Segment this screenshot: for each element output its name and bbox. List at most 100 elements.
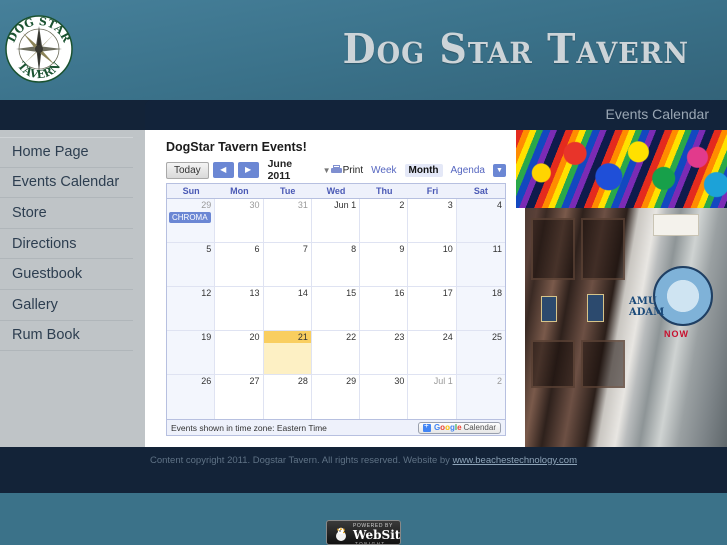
view-tab-agenda[interactable]: Agenda [447, 164, 489, 177]
calendar-heading: DogStar Tavern Events! [166, 140, 307, 154]
current-month-label: June 2011 [267, 158, 293, 182]
calendar-day-cell[interactable]: 21 [263, 331, 312, 374]
print-label: Print [342, 164, 364, 176]
main-navigation: Home Page Events Calendar Store Directions G… [0, 130, 145, 447]
print-button[interactable]: Print [330, 164, 364, 176]
day-number: 14 [297, 288, 308, 298]
calendar-day-cell[interactable]: 23 [360, 331, 409, 374]
day-number: 27 [249, 376, 260, 386]
google-calendar-badge[interactable]: G o o g l e Calendar [417, 421, 501, 434]
calendar-day-cell[interactable]: 31 [263, 199, 312, 242]
website-tonight-name: WebSite [353, 528, 401, 542]
calendar-day-cell[interactable]: 8 [311, 243, 361, 286]
window-sign [653, 214, 699, 236]
door-poster [587, 294, 604, 322]
website-tonight-badge[interactable]: POWERED BY WebSite TONIGHT [326, 520, 401, 545]
copyright-label: Content copyright 2011. Dogstar Tavern. … [149, 455, 453, 466]
sidebar-item-gallery[interactable]: Gallery [0, 290, 133, 321]
calendar-toolbar: Today ◀ ▶ June 2011 ▼ Print Week Month A… [166, 158, 506, 182]
calendar-day-cell[interactable]: 9 [360, 243, 409, 286]
calendar-day-cell[interactable]: 26 [167, 375, 216, 419]
day-number: 29 [201, 200, 212, 210]
day-number: 8 [351, 244, 357, 254]
calendar-day-cell[interactable]: 14 [263, 287, 312, 330]
calendar-day-cell[interactable]: 22 [311, 331, 361, 374]
sidebar-item-label: Rum Book [12, 327, 80, 344]
day-number: Jul 1 [433, 376, 453, 386]
calendar-day-cell[interactable]: 29 CHROMA [167, 199, 216, 242]
day-number: 2 [399, 200, 405, 210]
day-number: 13 [249, 288, 260, 298]
calendar-view-controls: Print Week Month Agenda ▼ [330, 163, 506, 177]
today-button[interactable]: Today [166, 161, 209, 179]
calendar-day-cell[interactable]: 25 [456, 331, 505, 374]
day-number: 25 [491, 332, 502, 342]
compass-rose-icon: DOG STAR TAVERN [5, 15, 73, 83]
day-number: 2 [496, 376, 502, 386]
day-number: 22 [346, 332, 357, 342]
calendar-day-cell[interactable]: 16 [360, 287, 409, 330]
day-number: 18 [491, 288, 502, 298]
sidebar-item-label: Events Calendar [12, 174, 120, 191]
calendar-day-cell[interactable]: 4 [456, 199, 505, 242]
calendar-event-chip[interactable]: CHROMA [169, 212, 212, 223]
calendar-day-cell[interactable]: 13 [215, 287, 264, 330]
day-number: 30 [394, 376, 405, 386]
sidebar-item-directions[interactable]: Directions [0, 229, 133, 260]
designer-link[interactable]: www.beachestechnology.com [453, 455, 577, 466]
site-title: Dog Star Tavern [342, 24, 689, 73]
view-tab-week[interactable]: Week [367, 164, 400, 177]
sidebar-item-rum-book[interactable]: Rum Book [0, 321, 133, 352]
calendar-week-row: 5 6 7 8 9 10 11 [167, 243, 505, 287]
site-logo[interactable]: DOG STAR TAVERN [4, 11, 74, 87]
day-number: 21 [263, 331, 311, 343]
calendar-day-cell[interactable]: 7 [263, 243, 312, 286]
google-logo-letter: e [457, 423, 462, 432]
calendar-day-cell[interactable]: 29 [311, 375, 361, 419]
tonight-label: TONIGHT [355, 541, 386, 545]
calendar-day-cell[interactable]: 11 [456, 243, 505, 286]
calendar-day-cell[interactable]: 24 [408, 331, 457, 374]
calendar-day-cell[interactable]: Jun 1 [311, 199, 361, 242]
calendar-day-cell[interactable]: 6 [215, 243, 264, 286]
day-number: 26 [201, 376, 212, 386]
door-glass [581, 218, 625, 280]
calendar-day-cell[interactable]: 12 [167, 287, 216, 330]
calendar-day-cell[interactable]: 2 [360, 199, 409, 242]
door-glass [531, 218, 575, 280]
day-header-mon: Mon [230, 186, 249, 196]
day-header-wed: Wed [326, 186, 346, 196]
prev-month-button[interactable]: ◀ [212, 162, 234, 178]
now-sign: NOW [664, 329, 689, 339]
calendar-day-cell[interactable]: 15 [311, 287, 361, 330]
day-number: 9 [399, 244, 405, 254]
calendar-day-cell[interactable]: 20 [215, 331, 264, 374]
sidebar-item-guestbook[interactable]: Guestbook [0, 259, 133, 290]
chevron-down-icon[interactable]: ▼ [323, 166, 331, 175]
calendar-day-cell[interactable]: 30 [360, 375, 409, 419]
calendar-day-cell[interactable]: 27 [215, 375, 264, 419]
calendar-day-cell[interactable]: 17 [408, 287, 457, 330]
sidebar-item-store[interactable]: Store [0, 198, 133, 229]
day-number: 10 [442, 244, 453, 254]
page-title: Events Calendar [605, 106, 709, 122]
calendar-day-cell[interactable]: 19 [167, 331, 216, 374]
door-lower-panel [531, 340, 575, 388]
view-options-chevron-down-icon[interactable]: ▼ [493, 163, 506, 177]
calendar-day-cell[interactable]: 18 [456, 287, 505, 330]
calendar-day-cell[interactable]: Jul 1 [408, 375, 457, 419]
next-month-button[interactable]: ▶ [237, 162, 259, 178]
calendar-day-cell[interactable]: 3 [408, 199, 457, 242]
calendar-day-cell[interactable]: 2 [456, 375, 505, 419]
sidebar-item-home-page[interactable]: Home Page [0, 137, 133, 168]
view-tab-month[interactable]: Month [404, 163, 443, 177]
calendar-day-cell[interactable]: 5 [167, 243, 216, 286]
calendar-day-cell[interactable]: 28 [263, 375, 312, 419]
day-header-thu: Thu [376, 186, 393, 196]
calendar-grid: Sun Mon Tue Wed Thu Fri Sat 29 CHROMA 30 31 Jun 12… [166, 183, 506, 420]
sidebar-item-events-calendar[interactable]: Events Calendar [0, 168, 133, 199]
storefront-photo: AMU ADAM NOW [525, 208, 727, 447]
calendar-day-cell[interactable]: 10 [408, 243, 457, 286]
calendar-day-cell[interactable]: 30 [215, 199, 264, 242]
door-poster [541, 296, 557, 322]
